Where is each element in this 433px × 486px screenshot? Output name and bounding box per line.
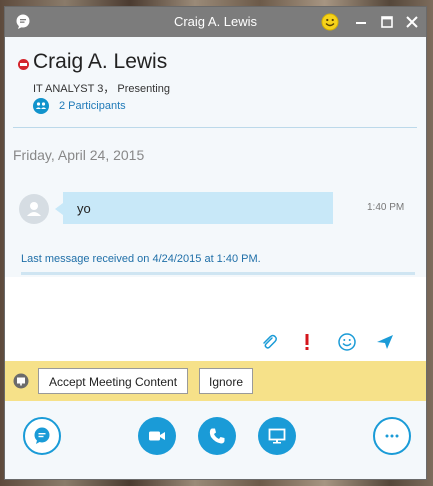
person-icon bbox=[27, 202, 41, 216]
message-time: 1:40 PM bbox=[367, 202, 405, 213]
message-compose-area[interactable] bbox=[5, 277, 426, 361]
last-message-info: Last message received on 4/24/2015 at 1:… bbox=[21, 253, 261, 265]
participants-icon[interactable] bbox=[33, 98, 49, 114]
call-button[interactable] bbox=[198, 417, 236, 455]
smiley-icon[interactable] bbox=[321, 13, 339, 36]
video-icon bbox=[149, 431, 165, 441]
title-bar[interactable]: Craig A. Lewis bbox=[5, 7, 426, 37]
im-button[interactable] bbox=[23, 417, 61, 455]
conversation-window: Craig A. Lewis Craig A. Lewis IT ANALYST… bbox=[4, 6, 427, 480]
high-importance-icon[interactable] bbox=[297, 332, 317, 352]
video-button[interactable] bbox=[138, 417, 176, 455]
ignore-button[interactable]: Ignore bbox=[199, 368, 253, 394]
phone-icon bbox=[209, 428, 225, 444]
minimize-icon[interactable] bbox=[351, 12, 371, 32]
presentation-icon bbox=[13, 373, 29, 394]
conversation-pane[interactable]: Craig A. Lewis IT ANALYST 3， Presenting … bbox=[5, 37, 426, 277]
accept-meeting-content-button[interactable]: Accept Meeting Content bbox=[38, 368, 188, 394]
more-options-button[interactable] bbox=[373, 417, 411, 455]
send-icon[interactable] bbox=[375, 332, 395, 352]
conversation-bottom-edge bbox=[21, 272, 415, 275]
present-screen-icon bbox=[268, 428, 286, 444]
emoticon-icon[interactable] bbox=[337, 332, 357, 352]
presence-busy-icon bbox=[18, 59, 29, 70]
paperclip-icon[interactable] bbox=[259, 332, 279, 352]
im-icon bbox=[34, 427, 50, 444]
meeting-content-banner: Accept Meeting Content Ignore bbox=[5, 361, 426, 401]
date-header: Friday, April 24, 2015 bbox=[13, 147, 145, 163]
action-bar bbox=[5, 401, 426, 479]
present-screen-button[interactable] bbox=[258, 417, 296, 455]
participants-link[interactable]: 2 Participants bbox=[59, 100, 126, 112]
header-divider bbox=[13, 127, 417, 128]
sender-avatar bbox=[19, 194, 49, 224]
message-text: yo bbox=[77, 201, 91, 216]
close-icon[interactable] bbox=[402, 12, 422, 32]
contact-status: IT ANALYST 3， Presenting bbox=[33, 83, 170, 95]
more-options-icon bbox=[385, 434, 399, 438]
contact-name[interactable]: Craig A. Lewis bbox=[33, 50, 167, 74]
message-bubble[interactable]: yo bbox=[55, 192, 333, 224]
maximize-icon[interactable] bbox=[377, 12, 397, 32]
